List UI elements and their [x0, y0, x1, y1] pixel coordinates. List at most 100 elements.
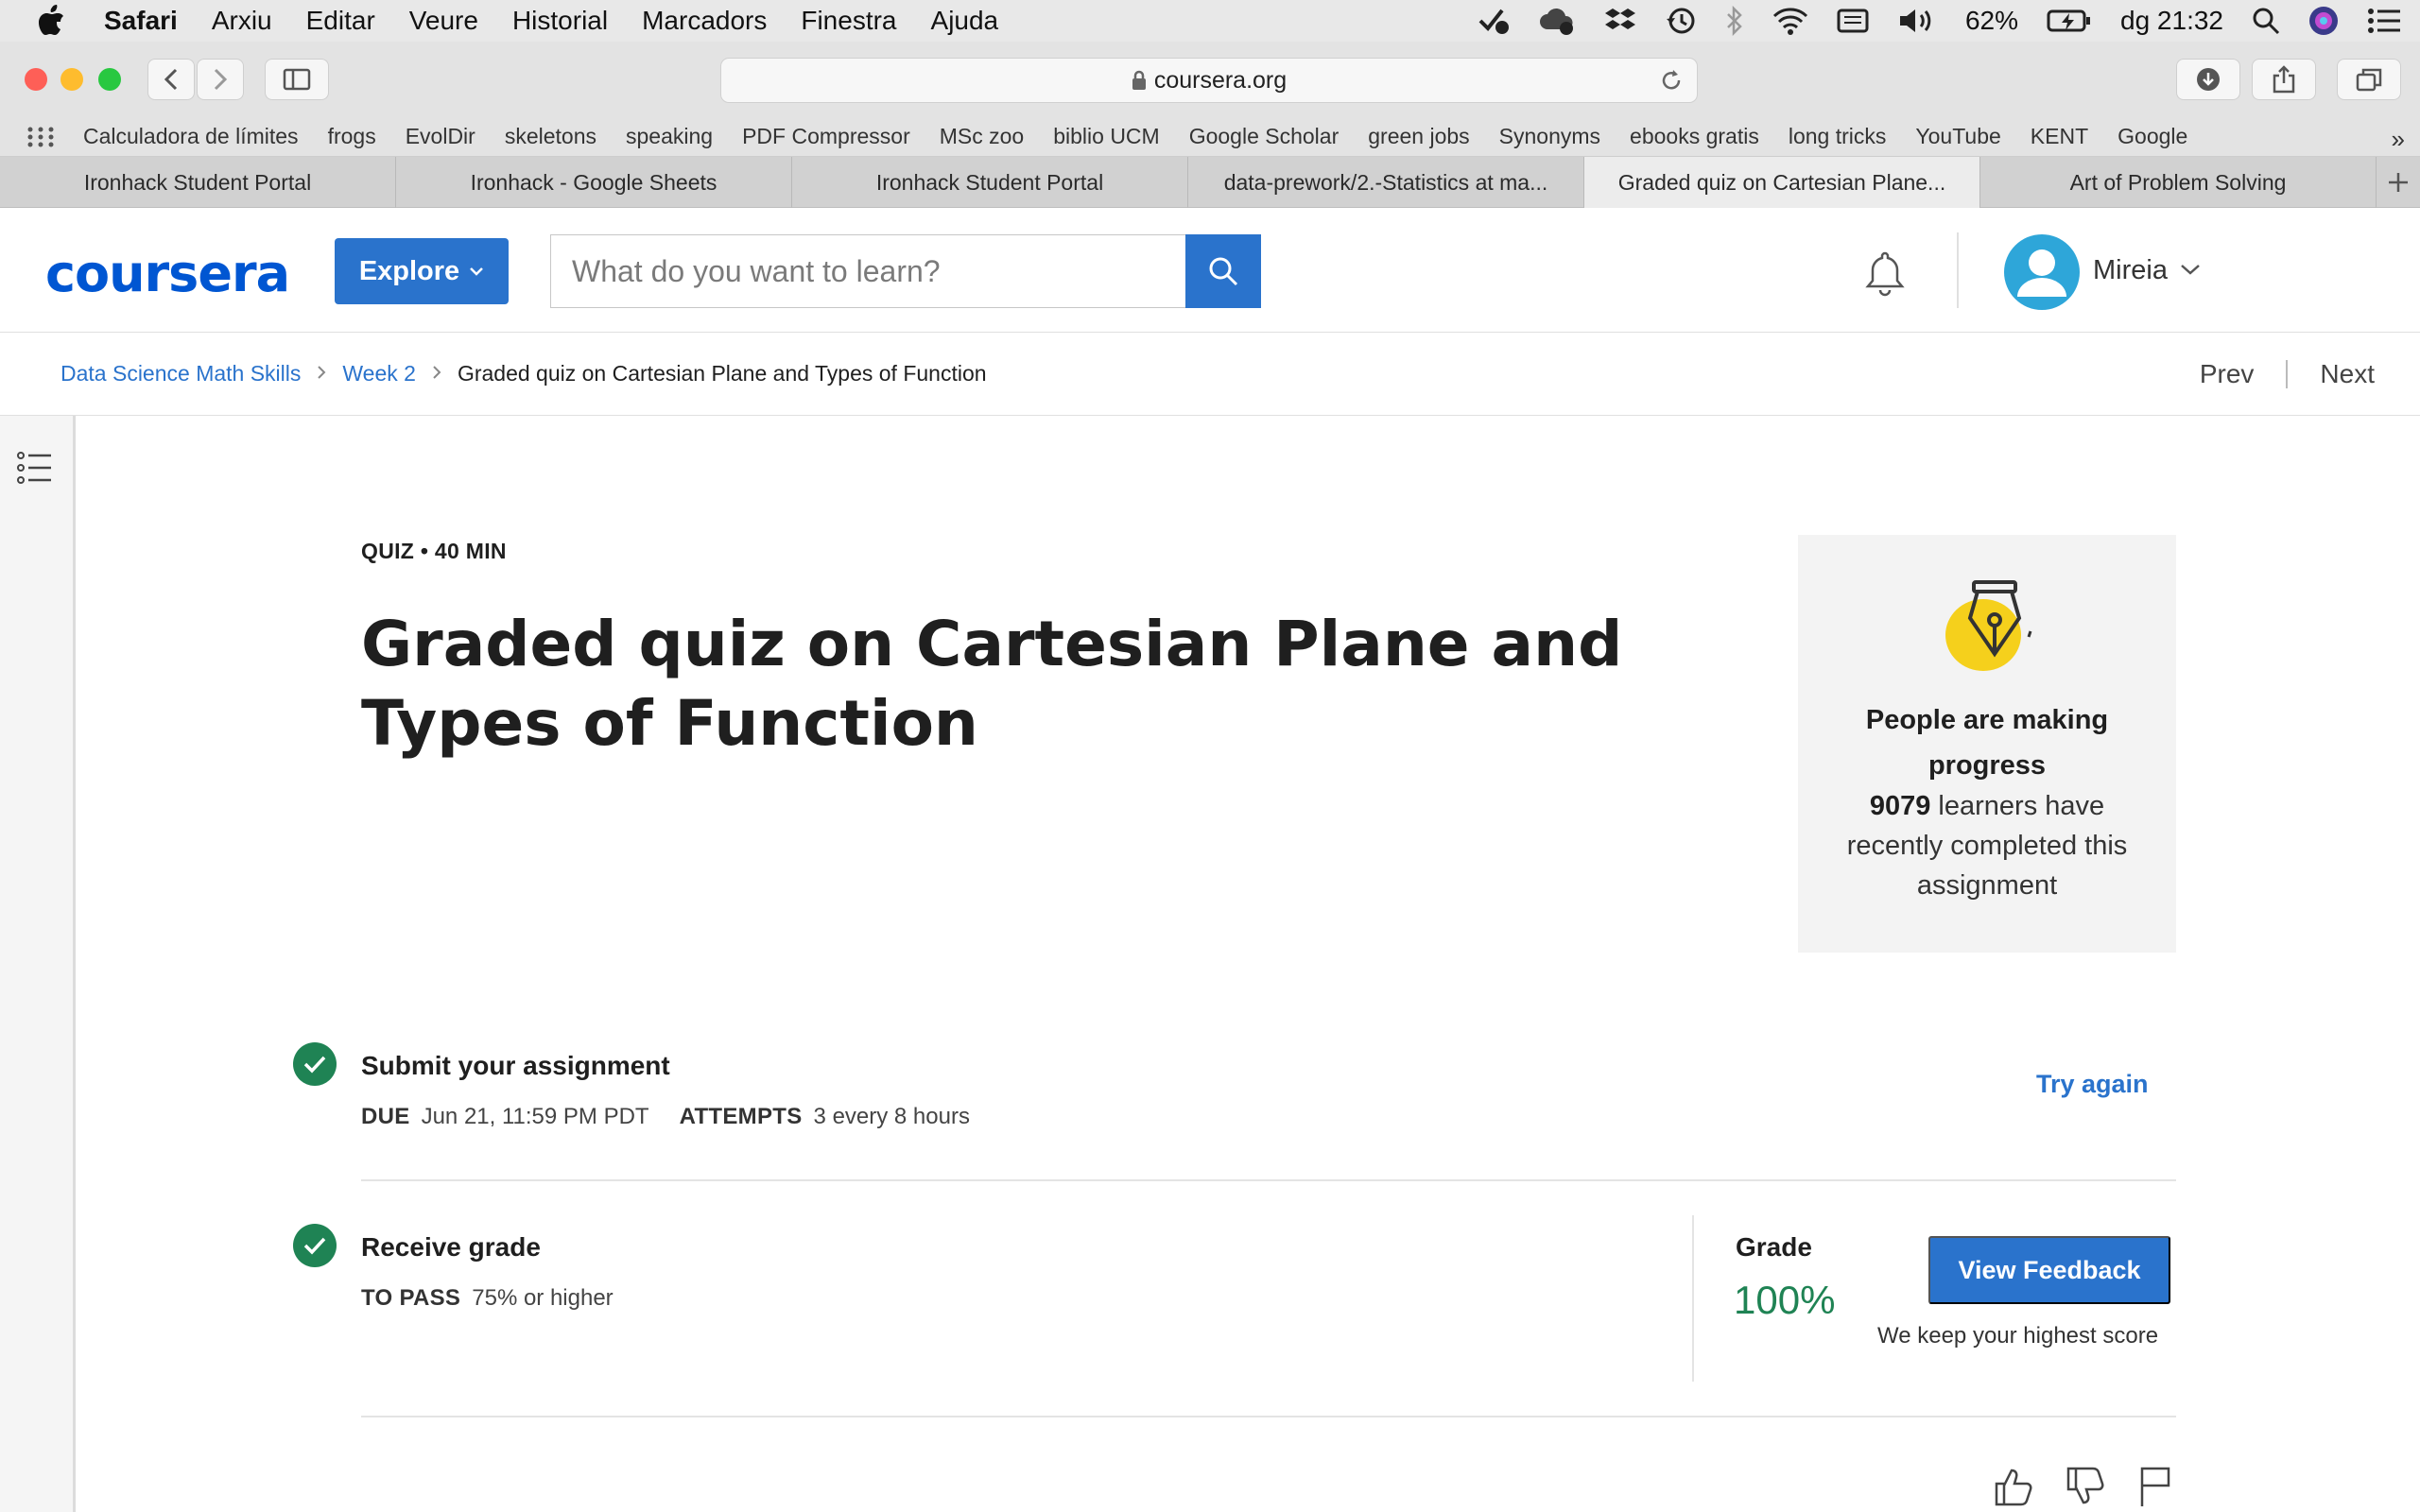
keyboard-input-icon[interactable] — [1837, 7, 1869, 35]
reload-icon[interactable] — [1659, 68, 1684, 93]
due-label: DUE — [361, 1104, 410, 1129]
chevron-right-icon — [316, 361, 327, 387]
user-name[interactable]: Mireia — [2093, 255, 2168, 286]
siri-icon[interactable] — [2308, 6, 2339, 36]
share-button[interactable] — [2252, 59, 2316, 100]
bookmark-item[interactable]: speaking — [626, 124, 713, 149]
spotlight-search-icon[interactable] — [2252, 7, 2280, 35]
bookmark-item[interactable]: YouTube — [1915, 124, 2000, 149]
menu-marcadors[interactable]: Marcadors — [642, 6, 767, 36]
try-again-link[interactable]: Try again — [2036, 1070, 2149, 1099]
bookmark-item[interactable]: ebooks gratis — [1630, 124, 1759, 149]
section-divider — [361, 1416, 2176, 1418]
site-header: coursera Explore Mireia — [0, 208, 2420, 333]
menu-veure[interactable]: Veure — [409, 6, 478, 36]
header-divider — [1957, 232, 1959, 308]
progress-card: People are making progress 9079 learners… — [1798, 535, 2176, 953]
attempts-value: 3 every 8 hours — [813, 1104, 970, 1129]
prev-next-nav: Prev Next — [2200, 359, 2375, 389]
bookmark-item[interactable]: long tricks — [1789, 124, 1887, 149]
window-zoom-button[interactable] — [98, 68, 121, 91]
downloads-button[interactable] — [2176, 59, 2240, 100]
cloud-status-icon[interactable] — [1538, 7, 1576, 35]
browser-tab[interactable]: Art of Problem Solving — [1980, 157, 2377, 208]
section-divider — [361, 1179, 2176, 1181]
learner-count: 9079 — [1869, 791, 1931, 821]
browser-tab-active[interactable]: Graded quiz on Cartesian Plane... — [1584, 157, 1980, 208]
view-feedback-button[interactable]: View Feedback — [1928, 1236, 2170, 1304]
grade-divider — [1692, 1215, 1694, 1382]
bookmark-item[interactable]: Calculadora de límites — [83, 124, 299, 149]
bookmark-item[interactable]: KENT — [2031, 124, 2088, 149]
window-minimize-button[interactable] — [60, 68, 83, 91]
browser-tab[interactable]: Ironhack - Google Sheets — [396, 157, 792, 208]
bookmark-item[interactable]: biblio UCM — [1053, 124, 1159, 149]
thumbs-up-icon[interactable] — [1993, 1465, 2036, 1508]
menu-historial[interactable]: Historial — [512, 6, 608, 36]
battery-percent[interactable]: 62% — [1965, 6, 2018, 36]
bookmark-item[interactable]: EvolDir — [406, 124, 475, 149]
prev-button[interactable]: Prev — [2200, 359, 2255, 389]
tab-overview-button[interactable] — [2337, 59, 2401, 100]
menubar-clock[interactable]: dg 21:32 — [2120, 6, 2223, 36]
browser-tab[interactable]: data-prework/2.-Statistics at ma... — [1188, 157, 1584, 208]
menu-finestra[interactable]: Finestra — [801, 6, 896, 36]
menu-safari[interactable]: Safari — [104, 6, 178, 36]
browser-tab[interactable]: Ironhack Student Portal — [792, 157, 1188, 208]
new-tab-button[interactable] — [2377, 157, 2420, 208]
chevron-left-icon — [164, 68, 178, 91]
forward-button[interactable] — [197, 59, 244, 100]
download-icon — [2197, 68, 2220, 91]
receive-grade-title: Receive grade — [361, 1232, 541, 1262]
browser-tab[interactable]: Ironhack Student Portal — [0, 157, 396, 208]
thumbs-down-icon[interactable] — [2065, 1465, 2108, 1508]
browser-tab-bar: Ironhack Student Portal Ironhack - Googl… — [0, 157, 2420, 208]
checkmark-status-icon[interactable] — [1478, 7, 1510, 35]
flag-icon[interactable] — [2136, 1465, 2174, 1508]
list-outline-icon[interactable] — [17, 450, 53, 486]
volume-icon[interactable] — [1897, 7, 1937, 35]
wifi-icon[interactable] — [1772, 7, 1808, 35]
completed-check-icon — [293, 1042, 337, 1086]
menu-editar[interactable]: Editar — [306, 6, 375, 36]
sidebar-toggle-button[interactable] — [265, 59, 329, 100]
time-machine-icon[interactable] — [1665, 6, 1697, 36]
apple-logo-icon[interactable] — [0, 5, 104, 37]
bookmark-item[interactable]: PDF Compressor — [742, 124, 910, 149]
window-close-button[interactable] — [25, 68, 47, 91]
notification-center-icon[interactable] — [2367, 8, 2401, 34]
bookmarks-overflow-icon[interactable]: » — [2392, 125, 2405, 154]
chevron-down-icon[interactable] — [2180, 263, 2201, 276]
notifications-bell-icon[interactable] — [1862, 249, 1908, 301]
chevron-right-icon — [214, 68, 228, 91]
bluetooth-icon[interactable] — [1725, 6, 1744, 36]
menu-ajuda[interactable]: Ajuda — [931, 6, 999, 36]
dropbox-icon[interactable] — [1604, 7, 1636, 35]
progress-heading: People are making progress — [1865, 705, 2109, 781]
menu-arxiu[interactable]: Arxiu — [212, 6, 272, 36]
grid-icon[interactable] — [26, 126, 55, 148]
address-bar[interactable]: coursera.org — [720, 58, 1698, 103]
bookmark-item[interactable]: frogs — [328, 124, 376, 149]
coursera-logo[interactable]: coursera — [45, 244, 290, 303]
breadcrumb-current: Graded quiz on Cartesian Plane and Types… — [457, 361, 987, 386]
plus-icon — [2389, 173, 2408, 192]
bookmark-item[interactable]: green jobs — [1368, 124, 1469, 149]
bookmark-item[interactable]: Google — [2118, 124, 2187, 149]
bookmark-item[interactable]: Google Scholar — [1189, 124, 1340, 149]
avatar[interactable] — [2004, 234, 2080, 310]
back-button[interactable] — [147, 59, 195, 100]
bookmark-item[interactable]: skeletons — [505, 124, 596, 149]
breadcrumb-course-link[interactable]: Data Science Math Skills — [60, 361, 301, 387]
grade-label: Grade — [1736, 1232, 1812, 1262]
search-input[interactable] — [550, 234, 1185, 308]
explore-label: Explore — [358, 255, 460, 286]
bookmark-item[interactable]: MSc zoo — [940, 124, 1024, 149]
course-outline-rail — [0, 416, 76, 1512]
bookmark-item[interactable]: Synonyms — [1499, 124, 1600, 149]
next-button[interactable]: Next — [2320, 359, 2375, 389]
breadcrumb-week-link[interactable]: Week 2 — [342, 361, 416, 387]
search-button[interactable] — [1185, 234, 1261, 308]
explore-button[interactable]: Explore — [335, 238, 509, 304]
battery-charging-icon[interactable] — [2047, 9, 2092, 33]
